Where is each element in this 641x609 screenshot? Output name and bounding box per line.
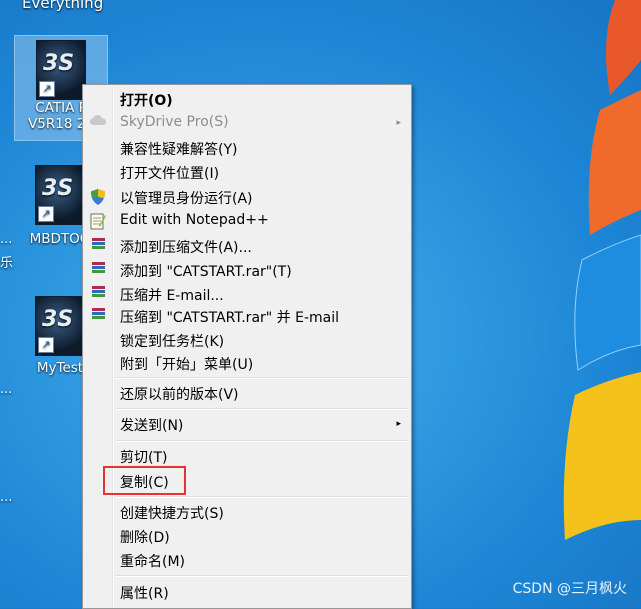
submenu-arrow-icon: ▸	[396, 419, 401, 429]
menu-item-rename[interactable]: 重命名(M)	[85, 548, 409, 572]
menu-item-label: 还原以前的版本(V)	[120, 387, 239, 403]
cut-label: ...	[0, 232, 13, 247]
winrar-icon	[89, 237, 107, 255]
shortcut-arrow-icon: ↗	[38, 206, 54, 222]
menu-item-run-as-admin[interactable]: 以管理员身份运行(A)	[85, 185, 409, 209]
context-menu: 打开(O) SkyDrive Pro(S) ▸ 兼容性疑难解答(Y) 打开文件位…	[82, 84, 412, 609]
cut-label: 乐	[0, 256, 14, 271]
shortcut-arrow-icon: ↗	[38, 337, 54, 353]
windows-logo-icon	[563, 0, 641, 540]
menu-item-label: 压缩到 "CATSTART.rar" 并 E-mail	[120, 310, 340, 326]
menu-item-compress-catstart-email[interactable]: 压缩到 "CATSTART.rar" 并 E-mail	[85, 304, 409, 328]
menu-item-add-catstart[interactable]: 添加到 "CATSTART.rar"(T)	[85, 258, 409, 282]
menu-item-delete[interactable]: 删除(D)	[85, 524, 409, 548]
menu-item-label: Edit with Notepad++	[120, 212, 269, 228]
menu-item-add-archive[interactable]: 添加到压缩文件(A)...	[85, 234, 409, 258]
winrar-icon	[89, 307, 107, 325]
menu-item-label: 锁定到任务栏(K)	[120, 334, 225, 350]
menu-item-label: 打开(O)	[120, 93, 173, 109]
menu-item-open[interactable]: 打开(O)	[85, 87, 409, 111]
menu-item-label: 以管理员身份运行(A)	[120, 191, 253, 207]
menu-item-label: 剪切(T)	[120, 450, 168, 466]
menu-separator	[115, 575, 409, 577]
menu-item-pin-taskbar[interactable]: 锁定到任务栏(K)	[85, 328, 409, 352]
catia-app-icon: 3S ↗	[35, 165, 85, 225]
menu-item-cut[interactable]: 剪切(T)	[85, 444, 409, 468]
menu-item-notepad[interactable]: Edit with Notepad++	[85, 209, 409, 233]
winrar-icon	[89, 261, 107, 279]
menu-item-label: 重命名(M)	[120, 554, 186, 570]
menu-item-send-to[interactable]: 发送到(N) ▸	[85, 412, 409, 436]
menu-item-label: 兼容性疑难解答(Y)	[120, 142, 238, 158]
catia-app-icon: 3S ↗	[35, 296, 85, 356]
menu-separator	[115, 440, 409, 442]
menu-item-compress-email[interactable]: 压缩并 E-mail...	[85, 282, 409, 306]
desktop-top-label[interactable]: Everything	[22, 0, 103, 12]
menu-item-create-shortcut[interactable]: 创建快捷方式(S)	[85, 500, 409, 524]
menu-item-label: 属性(R)	[120, 586, 169, 602]
winrar-icon	[89, 285, 107, 303]
menu-item-label: 发送到(N)	[120, 418, 184, 434]
copy-highlight-box	[103, 466, 186, 495]
menu-separator	[115, 496, 409, 498]
menu-item-label: 添加到 "CATSTART.rar"(T)	[120, 264, 292, 280]
watermark: CSDN @三月枫火	[512, 581, 627, 597]
menu-item-label: 压缩并 E-mail...	[120, 288, 224, 304]
shortcut-arrow-icon: ↗	[39, 81, 55, 97]
menu-item-restore-versions[interactable]: 还原以前的版本(V)	[85, 381, 409, 405]
cut-label: ...	[0, 490, 13, 505]
menu-item-properties[interactable]: 属性(R)	[85, 580, 409, 604]
cut-label: ...	[0, 382, 13, 397]
menu-item-label: SkyDrive Pro(S)	[120, 114, 229, 130]
menu-item-skydrive[interactable]: SkyDrive Pro(S) ▸	[85, 111, 409, 135]
shield-icon	[89, 188, 107, 206]
menu-item-compat[interactable]: 兼容性疑难解答(Y)	[85, 136, 409, 160]
menu-separator	[115, 377, 409, 379]
menu-item-label: 删除(D)	[120, 530, 170, 546]
catia-app-icon: 3S ↗	[36, 40, 86, 100]
menu-item-label: 创建快捷方式(S)	[120, 506, 224, 522]
menu-item-pin-start[interactable]: 附到「开始」菜单(U)	[85, 351, 409, 375]
menu-item-label: 添加到压缩文件(A)...	[120, 240, 252, 256]
submenu-arrow-icon: ▸	[396, 118, 401, 128]
menu-separator	[115, 408, 409, 410]
menu-item-label: 打开文件位置(I)	[120, 166, 220, 182]
menu-item-open-location[interactable]: 打开文件位置(I)	[85, 160, 409, 184]
cloud-icon	[89, 114, 107, 132]
menu-item-label: 附到「开始」菜单(U)	[120, 357, 254, 373]
notepad-icon	[89, 212, 107, 230]
